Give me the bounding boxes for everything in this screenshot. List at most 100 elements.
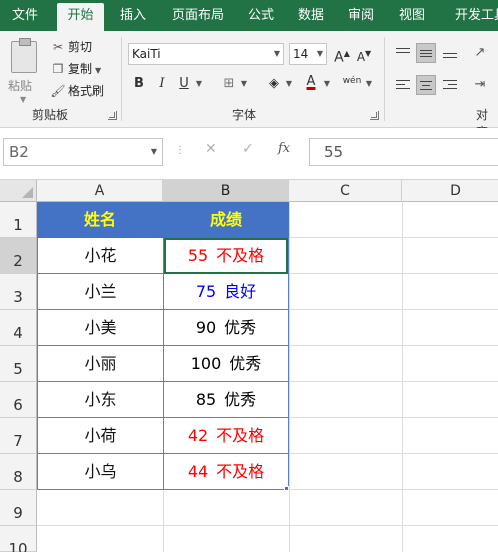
- name-cell[interactable]: 小美: [38, 310, 163, 346]
- chevron-down-icon[interactable]: ▼: [364, 74, 374, 94]
- row-header-2[interactable]: 2: [0, 238, 37, 274]
- remark-text: 优秀: [224, 390, 257, 409]
- header-cell-grade[interactable]: 成绩: [163, 202, 289, 238]
- tab-view[interactable]: 视图: [391, 0, 433, 31]
- scissors-icon: ✂: [52, 40, 64, 54]
- tab-data[interactable]: 数据: [290, 0, 332, 31]
- table-border: [163, 238, 164, 490]
- align-top-icon[interactable]: [393, 43, 413, 63]
- name-box[interactable]: B2 ▼: [3, 138, 163, 166]
- font-launcher-icon[interactable]: [370, 111, 379, 120]
- grade-cell[interactable]: 42 不及格: [164, 418, 288, 454]
- font-size-select[interactable]: 14 ▼: [289, 43, 327, 65]
- tab-review[interactable]: 审阅: [340, 0, 382, 31]
- column-header-b[interactable]: B: [163, 180, 289, 202]
- gridline: [402, 202, 403, 552]
- grade-cell-selected[interactable]: 55 不及格: [164, 238, 288, 274]
- grade-cell[interactable]: 85 优秀: [164, 382, 288, 418]
- fill-color-icon[interactable]: ◈: [265, 74, 283, 94]
- column-header-c[interactable]: C: [289, 180, 402, 202]
- chevron-down-icon[interactable]: ▼: [284, 74, 294, 94]
- cut-label: 剪切: [68, 40, 93, 54]
- font-name-value: KaiTi: [132, 47, 161, 61]
- fill-handle[interactable]: [284, 486, 289, 491]
- header-cell-name[interactable]: 姓名: [37, 202, 163, 238]
- name-cell[interactable]: 小荷: [38, 418, 163, 454]
- drag-handle-icon[interactable]: ⋮: [175, 145, 185, 156]
- cancel-icon[interactable]: ✕: [205, 141, 217, 157]
- align-middle-icon[interactable]: [416, 43, 436, 63]
- remark-text: 优秀: [224, 318, 257, 337]
- format-painter-button[interactable]: 🖌 格式刷: [50, 81, 104, 101]
- tab-home[interactable]: 开始: [57, 3, 104, 31]
- indent-icon[interactable]: ⇥: [470, 75, 490, 95]
- tab-formulas[interactable]: 公式: [240, 0, 282, 31]
- chevron-down-icon: ▼: [273, 49, 280, 58]
- chevron-down-icon[interactable]: ▼: [194, 74, 204, 94]
- gridline: [289, 202, 290, 552]
- grow-font-icon[interactable]: A▲: [333, 44, 351, 66]
- row-header-7[interactable]: 7: [0, 418, 37, 454]
- chevron-down-icon: ▼: [20, 95, 27, 104]
- cut-button[interactable]: ✂ 剪切: [50, 37, 92, 57]
- borders-icon[interactable]: ⊞: [220, 74, 238, 94]
- enter-icon[interactable]: ✓: [242, 141, 254, 157]
- tab-developer[interactable]: 开发工具: [446, 0, 498, 31]
- name-cell[interactable]: 小花: [38, 238, 163, 274]
- formula-input[interactable]: 55: [309, 138, 498, 166]
- align-right-icon[interactable]: [440, 75, 460, 95]
- grow-font-glyph: A: [334, 49, 344, 66]
- row-header-10[interactable]: 10: [0, 526, 37, 552]
- remark-text: 良好: [224, 282, 257, 301]
- tab-file[interactable]: 文件: [0, 0, 50, 31]
- chevron-down-icon[interactable]: ▼: [239, 74, 249, 94]
- tab-page-layout[interactable]: 页面布局: [164, 0, 232, 31]
- name-cell[interactable]: 小东: [38, 382, 163, 418]
- align-center-icon[interactable]: [416, 75, 436, 95]
- grade-cell[interactable]: 44 不及格: [164, 454, 288, 490]
- copy-button[interactable]: ❐ 复制 ▼: [50, 59, 102, 79]
- shrink-font-icon[interactable]: A▼: [355, 44, 373, 64]
- bold-button[interactable]: B: [130, 74, 148, 94]
- grade-cell[interactable]: 100 优秀: [164, 346, 288, 382]
- row-header-8[interactable]: 8: [0, 454, 37, 490]
- select-all-corner[interactable]: [0, 180, 37, 202]
- italic-button[interactable]: I: [153, 74, 171, 94]
- shrink-font-glyph: A: [356, 50, 366, 64]
- row-header-6[interactable]: 6: [0, 382, 37, 418]
- grade-cell[interactable]: 75 良好: [164, 274, 288, 310]
- clipboard-icon: [11, 38, 37, 73]
- chevron-down-icon[interactable]: ▼: [322, 74, 332, 94]
- remark-text: 不及格: [216, 246, 265, 265]
- name-cell[interactable]: 小兰: [38, 274, 163, 310]
- group-divider: [121, 37, 122, 121]
- font-name-select[interactable]: KaiTi ▼: [128, 43, 284, 65]
- row-header-4[interactable]: 4: [0, 310, 37, 346]
- score-value: 90: [195, 318, 217, 337]
- name-cell[interactable]: 小丽: [38, 346, 163, 382]
- underline-button[interactable]: U: [175, 74, 193, 94]
- clipboard-group-label: 剪贴板: [32, 108, 69, 122]
- phonetic-icon[interactable]: wén: [340, 71, 364, 91]
- grade-cell[interactable]: 90 优秀: [164, 310, 288, 346]
- align-bottom-icon[interactable]: [440, 43, 460, 63]
- row-header-5[interactable]: 5: [0, 346, 37, 382]
- chevron-down-icon: ▼: [316, 49, 323, 58]
- tab-insert[interactable]: 插入: [112, 0, 154, 31]
- row-header-9[interactable]: 9: [0, 490, 37, 526]
- brush-icon: 🖌: [50, 84, 66, 98]
- column-header-a[interactable]: A: [37, 180, 163, 202]
- table-border: [37, 238, 38, 490]
- row-header-3[interactable]: 3: [0, 274, 37, 310]
- paste-button[interactable]: 粘贴 ▼: [6, 37, 44, 104]
- row-header-1[interactable]: 1: [0, 202, 37, 238]
- clipboard-launcher-icon[interactable]: [108, 111, 117, 120]
- insert-function-icon[interactable]: fx: [278, 141, 290, 156]
- font-color-icon[interactable]: A: [302, 72, 320, 92]
- group-divider: [384, 37, 385, 121]
- chevron-down-icon: ▼: [95, 66, 102, 75]
- column-header-d[interactable]: D: [402, 180, 498, 202]
- name-cell[interactable]: 小乌: [38, 454, 163, 490]
- align-left-icon[interactable]: [393, 75, 413, 95]
- orientation-icon[interactable]: ↗: [470, 43, 490, 63]
